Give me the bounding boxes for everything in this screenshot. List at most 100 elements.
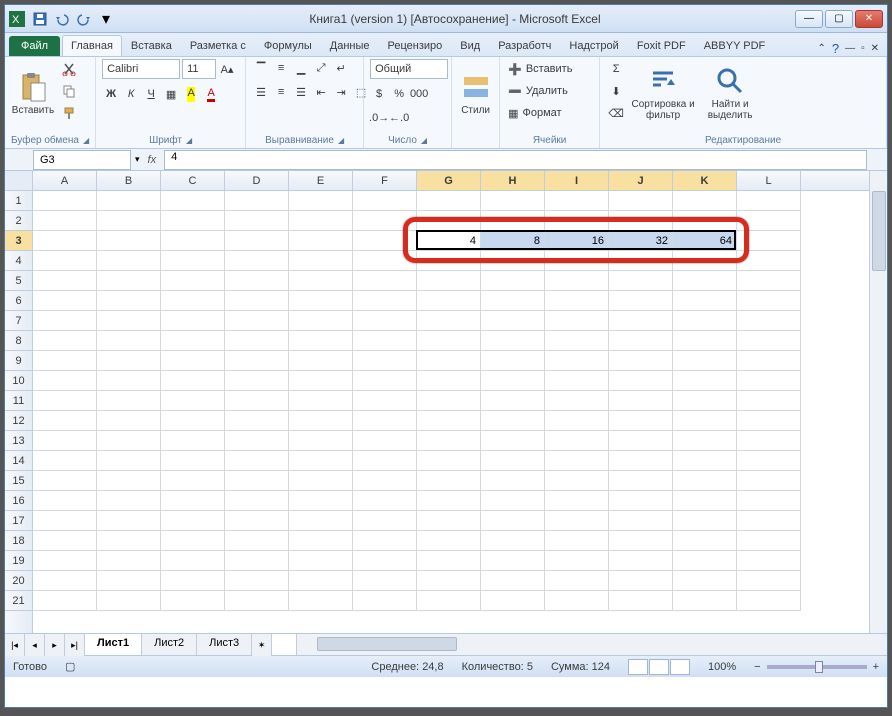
number-format-combo[interactable]: Общий <box>370 59 448 79</box>
cell-H2[interactable] <box>481 211 545 231</box>
cell-B4[interactable] <box>97 251 161 271</box>
cell-A5[interactable] <box>33 271 97 291</box>
cell-H3[interactable]: 8 <box>481 231 545 251</box>
cell-E8[interactable] <box>289 331 353 351</box>
cell-I11[interactable] <box>545 391 609 411</box>
cell-A16[interactable] <box>33 491 97 511</box>
col-header-K[interactable]: K <box>673 171 737 190</box>
minimize-button[interactable]: — <box>795 10 823 28</box>
cell-J10[interactable] <box>609 371 673 391</box>
cell-I14[interactable] <box>545 451 609 471</box>
cell-L19[interactable] <box>737 551 801 571</box>
tab-рецензиро[interactable]: Рецензиро <box>379 35 452 56</box>
cell-B10[interactable] <box>97 371 161 391</box>
font-dialog-launcher-icon[interactable]: ◢ <box>186 136 192 145</box>
cell-F9[interactable] <box>353 351 417 371</box>
cell-B1[interactable] <box>97 191 161 211</box>
row-header-7[interactable]: 7 <box>5 311 32 331</box>
font-size-combo[interactable]: 11 <box>182 59 216 79</box>
file-tab[interactable]: Файл <box>9 36 60 56</box>
cell-F11[interactable] <box>353 391 417 411</box>
cell-G13[interactable] <box>417 431 481 451</box>
name-box[interactable]: G3 <box>33 150 131 170</box>
grow-font-icon[interactable]: A▴ <box>218 60 236 78</box>
cell-K20[interactable] <box>673 571 737 591</box>
cell-J21[interactable] <box>609 591 673 611</box>
cell-J4[interactable] <box>609 251 673 271</box>
cell-C10[interactable] <box>161 371 225 391</box>
cell-L6[interactable] <box>737 291 801 311</box>
zoom-slider-handle[interactable] <box>815 661 823 673</box>
row-header-4[interactable]: 4 <box>5 251 32 271</box>
cell-B14[interactable] <box>97 451 161 471</box>
cell-I15[interactable] <box>545 471 609 491</box>
cell-H7[interactable] <box>481 311 545 331</box>
cell-L2[interactable] <box>737 211 801 231</box>
cell-D20[interactable] <box>225 571 289 591</box>
cell-B3[interactable] <box>97 231 161 251</box>
cell-I10[interactable] <box>545 371 609 391</box>
cell-K19[interactable] <box>673 551 737 571</box>
cell-F19[interactable] <box>353 551 417 571</box>
sheet-nav-first-icon[interactable]: |◂ <box>5 634 25 656</box>
cell-G7[interactable] <box>417 311 481 331</box>
cell-F1[interactable] <box>353 191 417 211</box>
doc-close-icon[interactable]: ✕ <box>871 43 879 54</box>
cell-F21[interactable] <box>353 591 417 611</box>
italic-button[interactable]: К <box>122 85 140 103</box>
tab-разработч[interactable]: Разработч <box>489 35 560 56</box>
row-header-3[interactable]: 3 <box>5 231 32 251</box>
fill-icon[interactable]: ⬇ <box>606 81 626 101</box>
cell-J8[interactable] <box>609 331 673 351</box>
cell-B2[interactable] <box>97 211 161 231</box>
cell-C15[interactable] <box>161 471 225 491</box>
cell-D6[interactable] <box>225 291 289 311</box>
col-header-D[interactable]: D <box>225 171 289 190</box>
row-header-9[interactable]: 9 <box>5 351 32 371</box>
cell-D13[interactable] <box>225 431 289 451</box>
cell-H19[interactable] <box>481 551 545 571</box>
cell-E18[interactable] <box>289 531 353 551</box>
increase-decimal-icon[interactable]: .0→ <box>370 109 388 127</box>
cell-K14[interactable] <box>673 451 737 471</box>
cell-A10[interactable] <box>33 371 97 391</box>
cells-area[interactable]: 48163264 <box>33 191 869 633</box>
cell-B7[interactable] <box>97 311 161 331</box>
cell-F10[interactable] <box>353 371 417 391</box>
format-cells-button[interactable]: ▦Формат <box>506 103 563 123</box>
cell-K13[interactable] <box>673 431 737 451</box>
cell-K8[interactable] <box>673 331 737 351</box>
increase-indent-icon[interactable]: ⇥ <box>332 83 350 101</box>
row-header-8[interactable]: 8 <box>5 331 32 351</box>
cell-L18[interactable] <box>737 531 801 551</box>
cell-B5[interactable] <box>97 271 161 291</box>
cell-G16[interactable] <box>417 491 481 511</box>
close-button[interactable]: ✕ <box>855 10 883 28</box>
view-normal-icon[interactable] <box>628 659 648 675</box>
cell-F18[interactable] <box>353 531 417 551</box>
col-header-G[interactable]: G <box>417 171 481 190</box>
tab-разметка с[interactable]: Разметка с <box>181 35 255 56</box>
cell-C21[interactable] <box>161 591 225 611</box>
zoom-slider[interactable] <box>767 665 867 669</box>
cell-D19[interactable] <box>225 551 289 571</box>
cell-L20[interactable] <box>737 571 801 591</box>
cell-J19[interactable] <box>609 551 673 571</box>
cell-I18[interactable] <box>545 531 609 551</box>
cell-G9[interactable] <box>417 351 481 371</box>
cell-G10[interactable] <box>417 371 481 391</box>
align-bottom-icon[interactable]: ▁ <box>292 59 310 77</box>
cell-G21[interactable] <box>417 591 481 611</box>
find-select-button[interactable]: Найти и выделить <box>700 59 760 127</box>
select-all-corner[interactable] <box>5 171 33 190</box>
cell-H15[interactable] <box>481 471 545 491</box>
cell-D16[interactable] <box>225 491 289 511</box>
cell-J15[interactable] <box>609 471 673 491</box>
cell-L15[interactable] <box>737 471 801 491</box>
cell-G8[interactable] <box>417 331 481 351</box>
col-header-F[interactable]: F <box>353 171 417 190</box>
cell-A9[interactable] <box>33 351 97 371</box>
cell-A8[interactable] <box>33 331 97 351</box>
cell-K3[interactable]: 64 <box>673 231 737 251</box>
cell-E12[interactable] <box>289 411 353 431</box>
